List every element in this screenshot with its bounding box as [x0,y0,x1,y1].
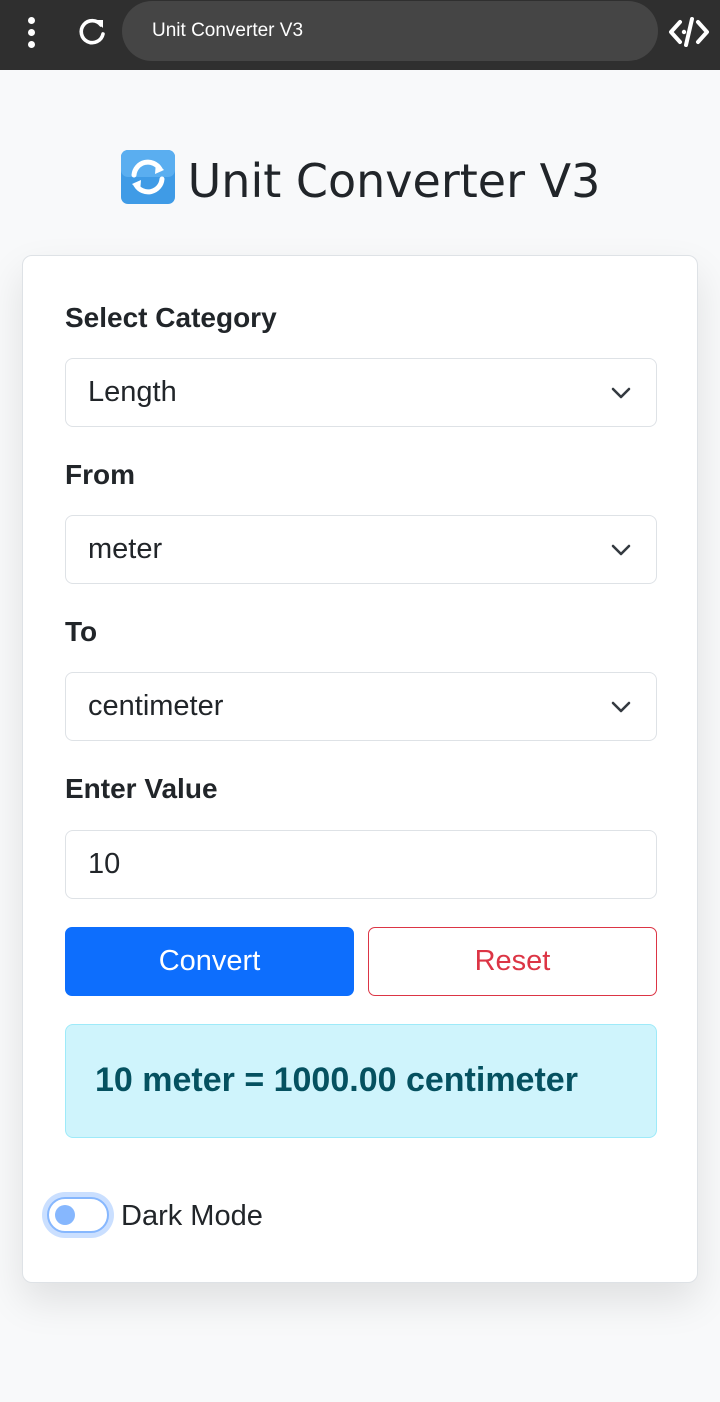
from-unit-select[interactable]: meter [65,515,657,584]
to-label: To [65,616,98,647]
reset-button[interactable]: Reset [368,927,657,996]
dark-mode-label: Dark Mode [121,1200,263,1232]
arrows-rotate-emoji-icon [120,150,175,204]
category-label: Select Category [65,302,277,333]
from-label: From [65,459,135,490]
convert-button[interactable]: Convert [65,927,354,996]
to-unit-select[interactable]: centimeter [65,672,657,741]
address-bar-text: Unit Converter V3 [152,20,304,41]
page-title-text: Unit Converter V3 [187,154,601,208]
value-input-text: 10 [88,848,121,880]
browser-toolbar: Unit Converter V3 [0,0,720,70]
kebab-menu-icon[interactable] [16,14,46,50]
toggle-knob [55,1205,75,1225]
converter-card: Select Category Length From meter To cen… [22,255,698,1283]
page-title: Unit Converter V3 [0,148,720,214]
value-input[interactable]: 10 [65,830,657,899]
value-label: Enter Value [65,773,218,804]
dark-mode-toggle[interactable] [47,1197,109,1233]
code-icon[interactable] [668,14,710,50]
address-bar[interactable]: Unit Converter V3 [122,1,658,61]
result-alert: 10 meter = 1000.00 centimeter [65,1024,657,1138]
chevron-down-icon [611,701,631,713]
category-select[interactable]: Length [65,358,657,427]
chevron-down-icon [611,387,631,399]
result-text: 10 meter = 1000.00 centimeter [95,1061,578,1099]
category-select-value: Length [88,376,177,408]
chevron-down-icon [611,544,631,556]
to-unit-select-value: centimeter [88,690,224,722]
from-unit-select-value: meter [88,533,163,565]
reload-icon[interactable] [74,14,110,50]
